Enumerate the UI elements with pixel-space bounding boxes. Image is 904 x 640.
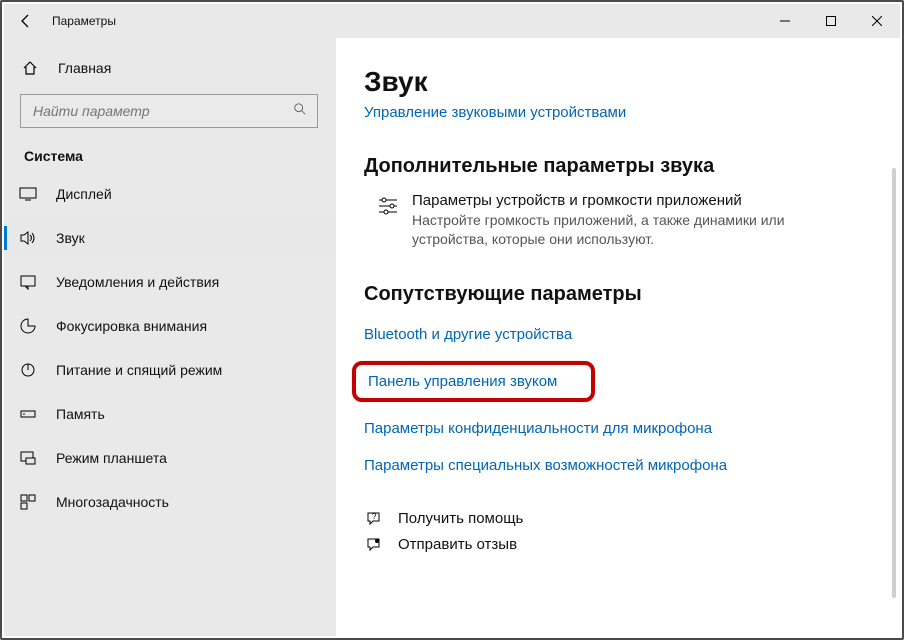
advanced-sound-heading: Дополнительные параметры звука — [364, 155, 880, 178]
manage-devices-link[interactable]: Управление звуковыми устройствами — [364, 104, 880, 121]
titlebar: Параметры — [4, 4, 900, 38]
svg-text:?: ? — [372, 512, 377, 521]
sidebar-item-display[interactable]: Дисплей — [4, 172, 336, 216]
sidebar-item-label: Дисплей — [56, 186, 112, 202]
sidebar-item-notifications[interactable]: Уведомления и действия — [4, 260, 336, 304]
sidebar-item-tablet[interactable]: Режим планшета — [4, 436, 336, 480]
sliders-icon — [364, 192, 412, 218]
page-title: Звук — [364, 66, 880, 98]
sidebar-item-power[interactable]: Питание и спящий режим — [4, 348, 336, 392]
sidebar-section-label: Система — [4, 138, 336, 172]
app-volume-title: Параметры устройств и громкости приложен… — [412, 192, 792, 209]
power-icon — [18, 360, 38, 380]
home-icon — [20, 58, 40, 78]
close-button[interactable] — [854, 4, 900, 38]
feedback-icon — [364, 536, 384, 554]
sound-icon — [18, 228, 38, 248]
sidebar-item-label: Многозадачность — [56, 494, 169, 510]
get-help-label: Получить помощь — [398, 510, 523, 527]
scrollbar[interactable] — [892, 168, 896, 598]
sidebar-item-sound[interactable]: Звук — [4, 216, 336, 260]
sidebar-item-label: Память — [56, 406, 105, 422]
feedback-link[interactable]: Отправить отзыв — [364, 532, 880, 558]
sidebar-item-label: Питание и спящий режим — [56, 362, 222, 378]
sidebar-item-label: Фокусировка внимания — [56, 318, 207, 334]
back-button[interactable] — [4, 4, 48, 38]
display-icon — [18, 184, 38, 204]
sidebar-item-label: Звук — [56, 230, 85, 246]
mic-accessibility-link[interactable]: Параметры специальных возможностей микро… — [364, 451, 880, 488]
search-field[interactable] — [31, 102, 293, 120]
sidebar-item-storage[interactable]: Память — [4, 392, 336, 436]
focus-icon — [18, 316, 38, 336]
notifications-icon — [18, 272, 38, 292]
highlight-annotation: Панель управления звуком — [352, 361, 595, 402]
sidebar-item-label: Режим планшета — [56, 450, 167, 466]
help-icon: ? — [364, 510, 384, 528]
get-help-link[interactable]: ? Получить помощь — [364, 506, 880, 532]
sound-control-panel-link[interactable]: Панель управления звуком — [368, 373, 557, 390]
maximize-button[interactable] — [808, 4, 854, 38]
tablet-icon — [18, 448, 38, 468]
multitask-icon — [18, 492, 38, 512]
sidebar-item-label: Уведомления и действия — [56, 274, 219, 290]
content-area: Звук Управление звуковыми устройствами Д… — [336, 38, 900, 636]
search-input[interactable] — [20, 94, 318, 128]
sidebar-item-multitask[interactable]: Многозадачность — [4, 480, 336, 524]
home-link[interactable]: Главная — [4, 48, 336, 88]
window-title: Параметры — [48, 14, 116, 28]
minimize-button[interactable] — [762, 4, 808, 38]
search-icon — [293, 102, 307, 121]
home-label: Главная — [58, 60, 111, 76]
app-volume-link[interactable]: Параметры устройств и громкости приложен… — [364, 192, 880, 249]
storage-icon — [18, 404, 38, 424]
mic-privacy-link[interactable]: Параметры конфиденциальности для микрофо… — [364, 414, 880, 451]
feedback-label: Отправить отзыв — [398, 536, 517, 553]
related-settings-heading: Сопутствующие параметры — [364, 283, 880, 306]
sidebar: Главная Система Дисплей — [4, 38, 336, 636]
bluetooth-link[interactable]: Bluetooth и другие устройства — [364, 320, 880, 357]
sidebar-item-focus[interactable]: Фокусировка внимания — [4, 304, 336, 348]
app-volume-desc: Настройте громкость приложений, а также … — [412, 211, 792, 249]
